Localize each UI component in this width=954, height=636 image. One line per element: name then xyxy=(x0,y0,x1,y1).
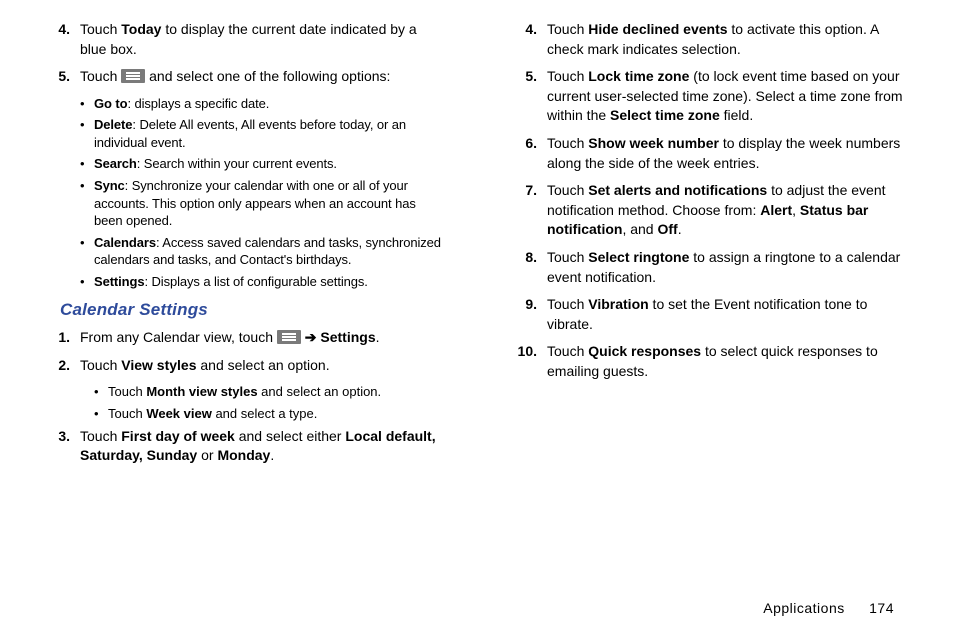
step-number: 2. xyxy=(40,356,80,376)
left-column: 4.Touch Today to display the current dat… xyxy=(30,20,457,474)
bullet-text: Calendars: Access saved calendars and ta… xyxy=(94,234,447,269)
step-text: Touch Quick responses to select quick re… xyxy=(547,342,914,381)
step-text: Touch Set alerts and notifications to ad… xyxy=(547,181,914,240)
step-number: 4. xyxy=(40,20,80,59)
step-number: 8. xyxy=(507,248,547,287)
step-text: Touch View styles and select an option. xyxy=(80,356,447,376)
sub-bullet: •Touch Week view and select a type. xyxy=(40,405,447,423)
right-column: 4.Touch Hide declined events to activate… xyxy=(497,20,924,474)
step-text: Touch and select one of the following op… xyxy=(80,67,447,87)
bullet: •Delete: Delete All events, All events b… xyxy=(40,116,447,151)
numbered-step: 2.Touch View styles and select an option… xyxy=(40,356,447,376)
page-body: 4.Touch Today to display the current dat… xyxy=(0,0,954,474)
step-text: Touch Lock time zone (to lock event time… xyxy=(547,67,914,126)
sub-bullet: •Touch Month view styles and select an o… xyxy=(40,383,447,401)
bullet-mark: • xyxy=(94,405,108,423)
footer-section: Applications xyxy=(763,600,845,616)
numbered-step: 4.Touch Today to display the current dat… xyxy=(40,20,447,59)
bullet-mark: • xyxy=(80,177,94,230)
step-text: Touch Show week number to display the we… xyxy=(547,134,914,173)
step-number: 9. xyxy=(507,295,547,334)
footer-page-number: 174 xyxy=(869,600,894,616)
bullet-mark: • xyxy=(94,383,108,401)
bullet-mark: • xyxy=(80,155,94,173)
bullet: •Settings: Displays a list of configurab… xyxy=(40,273,447,291)
bullet-mark: • xyxy=(80,95,94,113)
numbered-step: 10.Touch Quick responses to select quick… xyxy=(507,342,914,381)
bullet: •Sync: Synchronize your calendar with on… xyxy=(40,177,447,230)
step-text: From any Calendar view, touch ➔ Settings… xyxy=(80,328,447,348)
step-number: 1. xyxy=(40,328,80,348)
step-text: Touch Today to display the current date … xyxy=(80,20,447,59)
section-heading-calendar-settings: Calendar Settings xyxy=(60,300,447,320)
step-number: 5. xyxy=(40,67,80,87)
bullet-mark: • xyxy=(80,273,94,291)
bullet-text: Touch Week view and select a type. xyxy=(108,405,447,423)
bullet-text: Settings: Displays a list of configurabl… xyxy=(94,273,447,291)
numbered-step: 5.Touch Lock time zone (to lock event ti… xyxy=(507,67,914,126)
numbered-step: 9.Touch Vibration to set the Event notif… xyxy=(507,295,914,334)
bullet: •Calendars: Access saved calendars and t… xyxy=(40,234,447,269)
menu-icon xyxy=(121,69,145,83)
bullet: •Search: Search within your current even… xyxy=(40,155,447,173)
numbered-step: 5.Touch and select one of the following … xyxy=(40,67,447,87)
bullet-text: Touch Month view styles and select an op… xyxy=(108,383,447,401)
numbered-step: 4.Touch Hide declined events to activate… xyxy=(507,20,914,59)
step-text: Touch Hide declined events to activate t… xyxy=(547,20,914,59)
bullet-mark: • xyxy=(80,116,94,151)
menu-icon xyxy=(277,330,301,344)
step-number: 6. xyxy=(507,134,547,173)
numbered-step: 8.Touch Select ringtone to assign a ring… xyxy=(507,248,914,287)
page-footer: Applications 174 xyxy=(763,600,894,616)
bullet-mark: • xyxy=(80,234,94,269)
bullet-text: Search: Search within your current event… xyxy=(94,155,447,173)
arrow-icon: ➔ xyxy=(305,329,317,345)
step-text: Touch Vibration to set the Event notific… xyxy=(547,295,914,334)
step-number: 10. xyxy=(507,342,547,381)
step-text: Touch Select ringtone to assign a ringto… xyxy=(547,248,914,287)
bullet-text: Sync: Synchronize your calendar with one… xyxy=(94,177,447,230)
numbered-step: 1.From any Calendar view, touch ➔ Settin… xyxy=(40,328,447,348)
numbered-step: 7.Touch Set alerts and notifications to … xyxy=(507,181,914,240)
bullet-text: Delete: Delete All events, All events be… xyxy=(94,116,447,151)
step-number: 7. xyxy=(507,181,547,240)
step-number: 5. xyxy=(507,67,547,126)
bullet: •Go to: displays a specific date. xyxy=(40,95,447,113)
step-number: 4. xyxy=(507,20,547,59)
numbered-step: 6.Touch Show week number to display the … xyxy=(507,134,914,173)
step-number: 3. xyxy=(40,427,80,466)
step-text: Touch First day of week and select eithe… xyxy=(80,427,447,466)
bullet-text: Go to: displays a specific date. xyxy=(94,95,447,113)
numbered-step: 3.Touch First day of week and select eit… xyxy=(40,427,447,466)
